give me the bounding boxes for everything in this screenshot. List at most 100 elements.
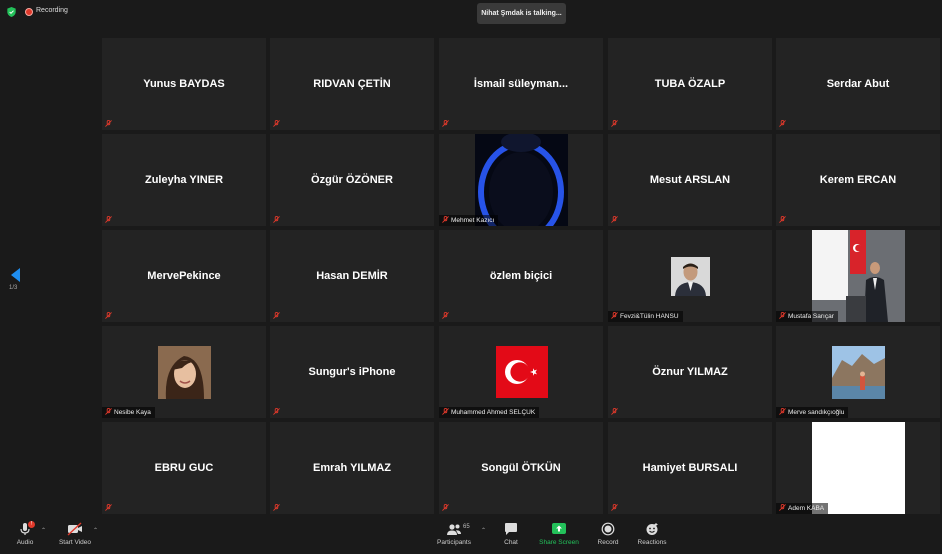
participant-tile[interactable]: MervePekince [102, 230, 266, 322]
recording-label[interactable]: Recording [36, 7, 68, 14]
participant-tile[interactable]: Özgür ÖZÖNER [270, 134, 434, 226]
record-label: Record [597, 539, 619, 546]
record-button[interactable]: Record [595, 522, 621, 546]
reactions-icon [646, 523, 658, 535]
video-off-icon [67, 522, 82, 536]
participant-name: Serdar Abut [826, 78, 890, 90]
muted-mic-icon [105, 408, 112, 415]
shield-icon[interactable] [7, 7, 16, 17]
muted-mic-icon [273, 504, 280, 511]
participant-tile-video[interactable]: Mustafa Sarıçar [776, 230, 940, 322]
start-video-button[interactable]: Start Video [56, 522, 94, 546]
muted-mic-icon [273, 312, 280, 319]
participant-tile[interactable]: Mesut ARSLAN [608, 134, 772, 226]
participant-video [475, 134, 568, 226]
participant-video [812, 230, 905, 322]
muted-mic-icon [105, 504, 112, 511]
muted-mic-icon [611, 408, 618, 415]
gallery-page-nav: 1/3 [9, 268, 23, 298]
participant-tile[interactable]: Kerem ERCAN [776, 134, 940, 226]
participant-tile-photo[interactable]: Merve sandıkçıoğlu [776, 326, 940, 418]
participant-tile[interactable]: İsmail süleyman... [439, 38, 603, 130]
profile-photo [832, 346, 885, 399]
muted-mic-icon [273, 120, 280, 127]
muted-mic-icon [442, 408, 449, 415]
participant-label: Merve sandıkçıoğlu [776, 407, 849, 418]
audio-button[interactable]: ! Audio [12, 521, 38, 546]
participant-name: TUBA ÖZALP [654, 78, 726, 90]
participant-name: Songül ÖTKÜN [481, 462, 561, 474]
muted-mic-icon [442, 312, 449, 319]
participant-tile[interactable]: Hamiyet BURSALI [608, 422, 772, 514]
participant-video [812, 422, 905, 514]
audio-label: Audio [16, 539, 34, 546]
participant-tile[interactable]: EBRU GUC [102, 422, 266, 514]
participant-name: Öznur YILMAZ [652, 366, 728, 378]
participant-name: RIDVAN ÇETİN [313, 78, 391, 90]
participant-tile[interactable]: TUBA ÖZALP [608, 38, 772, 130]
participant-name: EBRU GUC [154, 462, 214, 474]
share-screen-button[interactable]: Share Screen [538, 522, 580, 546]
muted-mic-icon [611, 312, 618, 319]
previous-page-icon[interactable] [11, 268, 20, 282]
participant-tile-photo[interactable]: Fevzi&Tülin HANSU [608, 230, 772, 322]
participant-tile[interactable]: Emrah YILMAZ [270, 422, 434, 514]
participant-label: Fevzi&Tülin HANSU [608, 311, 683, 322]
profile-photo [671, 257, 710, 296]
share-screen-label: Share Screen [539, 539, 579, 546]
audio-options-chevron-icon[interactable]: ⌃ [41, 527, 46, 534]
chat-button[interactable]: Chat [500, 522, 522, 546]
participant-tile[interactable]: Zuleyha YINER [102, 134, 266, 226]
reactions-button[interactable]: Reactions [635, 522, 669, 546]
participant-name: Zuleyha YINER [144, 174, 224, 186]
participant-tile[interactable]: Sungur's iPhone [270, 326, 434, 418]
participants-label: Participants [437, 539, 471, 546]
reactions-label: Reactions [637, 539, 667, 546]
muted-mic-icon [779, 504, 786, 511]
participant-tile[interactable]: Öznur YILMAZ [608, 326, 772, 418]
muted-mic-icon [442, 504, 449, 511]
participant-name: Yunus BAYDAS [143, 78, 225, 90]
participant-name: Mesut ARSLAN [649, 174, 731, 186]
video-options-chevron-icon[interactable]: ⌃ [93, 527, 98, 534]
chat-icon [505, 523, 517, 535]
muted-mic-icon [611, 120, 618, 127]
muted-mic-icon [611, 216, 618, 223]
muted-mic-icon [779, 216, 786, 223]
participant-name: Özgür ÖZÖNER [311, 174, 393, 186]
muted-mic-icon [273, 216, 280, 223]
participant-tile[interactable]: Yunus BAYDAS [102, 38, 266, 130]
participant-tile-photo[interactable]: Nesibe Kaya [102, 326, 266, 418]
muted-mic-icon [442, 216, 449, 223]
muted-mic-icon [779, 120, 786, 127]
muted-mic-icon [442, 120, 449, 127]
start-video-label: Start Video [58, 539, 92, 546]
participant-tile[interactable]: Songül ÖTKÜN [439, 422, 603, 514]
share-screen-icon [552, 523, 566, 534]
participant-name: İsmail süleyman... [473, 78, 569, 90]
muted-mic-icon [779, 408, 786, 415]
muted-mic-icon [105, 312, 112, 319]
muted-mic-icon [105, 216, 112, 223]
participant-gallery: Yunus BAYDAS RIDVAN ÇETİN İsmail süleyma… [102, 38, 940, 516]
muted-mic-icon [611, 504, 618, 511]
participant-name: Kerem ERCAN [819, 174, 897, 186]
flag-image [496, 346, 548, 398]
participant-tile-video[interactable]: Adem KABA [776, 422, 940, 514]
participant-count: 65 [463, 524, 470, 530]
participant-tile[interactable]: RIDVAN ÇETİN [270, 38, 434, 130]
participant-name: özlem biçici [489, 270, 553, 282]
participant-tile[interactable]: Hasan DEMİR [270, 230, 434, 322]
participant-label: Muhammed Ahmed SELÇUK [439, 407, 540, 418]
recording-icon [25, 8, 33, 16]
participant-name: Sungur's iPhone [308, 366, 396, 378]
participant-tile[interactable]: özlem biçici [439, 230, 603, 322]
participant-tile-photo[interactable]: Muhammed Ahmed SELÇUK [439, 326, 603, 418]
participant-tile[interactable]: Serdar Abut [776, 38, 940, 130]
meeting-toolbar: ! Audio ⌃ Start Video ⌃ Participants 65 … [0, 518, 942, 554]
record-icon [601, 522, 615, 536]
participant-tile-video[interactable]: Mehmet Kazıcı [439, 134, 603, 226]
participant-name: Emrah YILMAZ [312, 462, 392, 474]
muted-mic-icon [779, 312, 786, 319]
participants-options-chevron-icon[interactable]: ⌃ [481, 527, 486, 534]
